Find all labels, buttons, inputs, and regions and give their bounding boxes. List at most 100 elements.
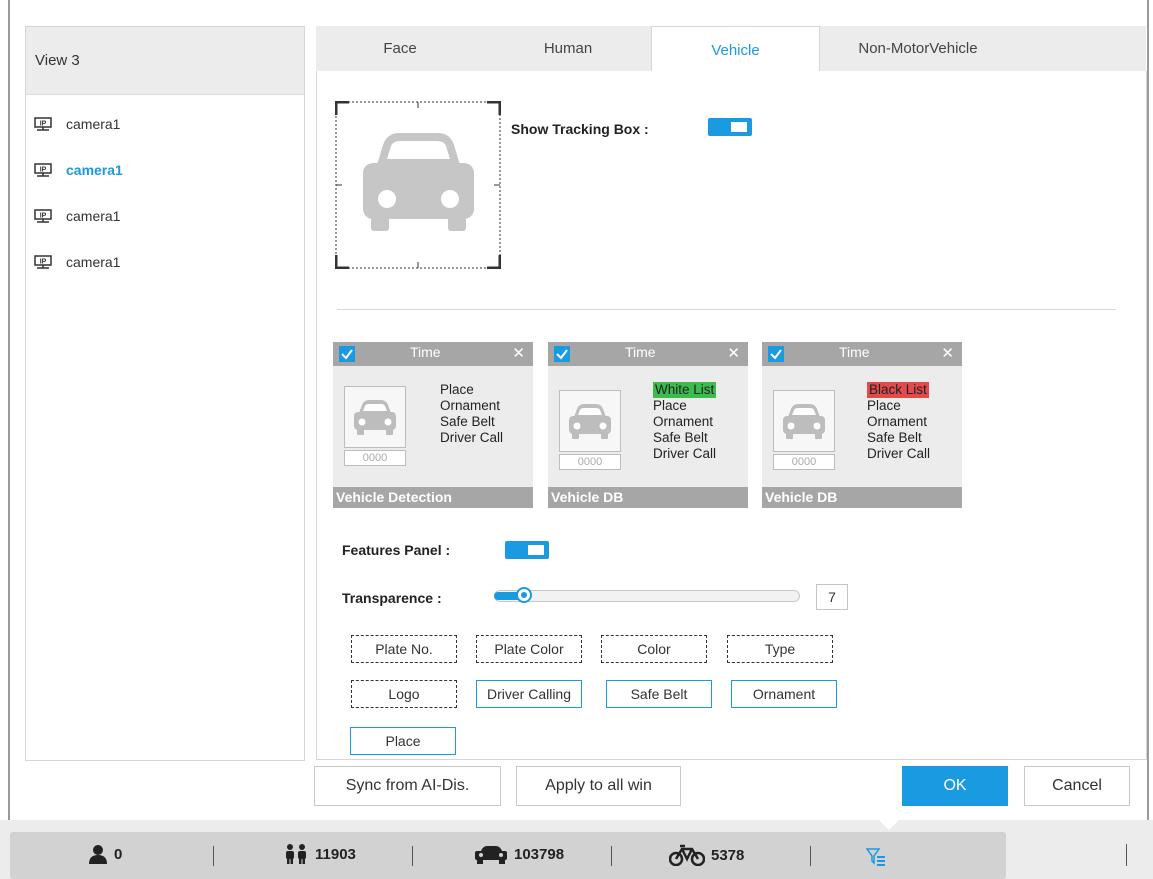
transparence-slider[interactable]	[494, 590, 800, 602]
status-separator	[611, 846, 612, 866]
close-icon[interactable]: ✕	[941, 345, 954, 363]
camera-label: camera1	[66, 116, 121, 132]
view-title: View 3	[26, 27, 304, 95]
ip-camera-icon: IP	[34, 209, 52, 223]
card-footer: Vehicle Detection	[333, 487, 533, 508]
car-icon	[354, 400, 396, 435]
person-icon	[89, 845, 107, 864]
info-line: Place	[867, 398, 901, 413]
svg-text:IP: IP	[40, 121, 47, 128]
feature-chip-color[interactable]: Color	[601, 635, 707, 663]
show-tracking-box-toggle[interactable]	[708, 118, 752, 136]
features-panel-toggle[interactable]	[505, 541, 549, 559]
feature-chip-type[interactable]: Type	[727, 635, 833, 663]
plate-number-box: 0000	[773, 454, 835, 470]
car-icon	[475, 846, 507, 864]
card-info: White List Place Ornament Safe Belt Driv…	[653, 382, 717, 462]
sync-from-ai-button[interactable]: Sync from AI-Dis.	[314, 766, 501, 806]
popup-pointer	[877, 818, 901, 830]
camera-item[interactable]: IP camera1	[26, 239, 304, 285]
status-separator	[810, 846, 811, 866]
info-line: Safe Belt	[440, 414, 495, 429]
people-icon	[286, 844, 306, 864]
plate-number-box: 0000	[559, 454, 621, 470]
vehicle-thumbnail	[344, 386, 406, 448]
human-count: 11903	[315, 845, 356, 863]
card-footer: Vehicle DB	[762, 487, 962, 508]
transparence-value[interactable]: 7	[816, 584, 848, 610]
status-separator	[1126, 844, 1127, 866]
features-panel-label: Features Panel :	[342, 542, 451, 558]
filter-list-icon[interactable]	[866, 847, 886, 867]
ok-button[interactable]: OK	[902, 766, 1008, 806]
camera-list-panel: View 3 IP camera1 IP camera1 IP camera1 …	[25, 26, 305, 761]
tab-vehicle[interactable]: Vehicle	[651, 26, 820, 73]
info-line: Driver Call	[440, 430, 504, 445]
feature-chip-ornament[interactable]: Ornament	[731, 680, 837, 708]
card-time-label: Time	[410, 344, 441, 360]
camera-item-selected[interactable]: IP camera1	[26, 147, 304, 193]
card-footer: Vehicle DB	[548, 487, 748, 508]
white-list-tag: White List	[653, 382, 717, 398]
tab-human[interactable]: Human	[484, 26, 652, 71]
show-tracking-box-label: Show Tracking Box :	[511, 121, 649, 137]
card-time-label: Time	[839, 344, 870, 360]
window-frame-left	[8, 0, 10, 820]
camera-item[interactable]: IP camera1	[26, 101, 304, 147]
card-info: Black List Place Ornament Safe Belt Driv…	[867, 382, 930, 462]
card-checkbox[interactable]	[339, 346, 355, 362]
card-checkbox[interactable]	[768, 346, 784, 362]
card-checkbox[interactable]	[554, 346, 570, 362]
apply-to-all-button[interactable]: Apply to all win	[516, 766, 681, 806]
svg-text:IP: IP	[40, 213, 47, 220]
info-line: Ornament	[653, 414, 714, 429]
close-icon[interactable]: ✕	[512, 345, 525, 363]
window-frame-right	[1147, 0, 1149, 820]
feature-card-black-list: Time ✕ 0000 Black List Place Ornament Sa…	[762, 342, 962, 508]
info-line: Ornament	[440, 398, 501, 413]
car-icon	[783, 404, 825, 439]
info-line: Driver Call	[867, 446, 931, 461]
vehicle-count: 103798	[514, 845, 565, 863]
camera-label: camera1	[66, 254, 121, 270]
info-line: Driver Call	[653, 446, 717, 461]
transparence-slider-handle[interactable]	[516, 587, 532, 603]
camera-label: camera1	[66, 208, 121, 224]
info-line: Safe Belt	[867, 430, 922, 445]
vehicle-thumbnail	[559, 390, 621, 452]
feature-chip-logo[interactable]: Logo	[351, 680, 457, 708]
info-line: Place	[440, 382, 474, 397]
car-icon	[569, 404, 611, 439]
tab-non-motor-vehicle[interactable]: Non-MotorVehicle	[818, 26, 1018, 71]
ip-camera-icon: IP	[34, 255, 52, 269]
info-line: Safe Belt	[653, 430, 708, 445]
svg-text:IP: IP	[40, 259, 47, 266]
camera-label: camera1	[66, 162, 123, 178]
transparence-label: Transparence :	[342, 590, 442, 606]
feature-chip-driver-calling[interactable]: Driver Calling	[476, 680, 582, 708]
close-icon[interactable]: ✕	[727, 345, 740, 363]
human-count-stat: 11903	[283, 844, 356, 864]
status-separator	[213, 846, 214, 866]
tab-bar: Face Human Vehicle Non-MotorVehicle	[316, 26, 1146, 73]
cancel-button[interactable]: Cancel	[1024, 766, 1130, 806]
bicycle-icon	[669, 844, 705, 866]
card-info: Place Ornament Safe Belt Driver Call	[440, 382, 503, 446]
vehicle-thumbnail	[773, 390, 835, 452]
feature-chip-safe-belt[interactable]: Safe Belt	[606, 680, 712, 708]
svg-text:IP: IP	[40, 167, 47, 174]
feature-chip-place[interactable]: Place	[350, 727, 456, 755]
info-line: Ornament	[867, 414, 928, 429]
bike-count: 5378	[711, 846, 745, 864]
ip-camera-icon: IP	[34, 163, 52, 177]
camera-item[interactable]: IP camera1	[26, 193, 304, 239]
camera-list: IP camera1 IP camera1 IP camera1 IP came…	[26, 95, 304, 285]
tab-face[interactable]: Face	[316, 26, 484, 71]
tracking-box-preview	[335, 101, 501, 269]
vehicle-count-stat: 103798	[474, 844, 564, 864]
black-list-tag: Black List	[867, 382, 929, 398]
feature-card-vehicle-detection: Time ✕ 0000 Place Ornament Safe Belt Dri…	[333, 342, 533, 508]
feature-chip-plate-no[interactable]: Plate No.	[351, 635, 457, 663]
feature-chip-plate-color[interactable]: Plate Color	[476, 635, 582, 663]
feature-card-white-list: Time ✕ 0000 White List Place Ornament Sa…	[548, 342, 748, 508]
